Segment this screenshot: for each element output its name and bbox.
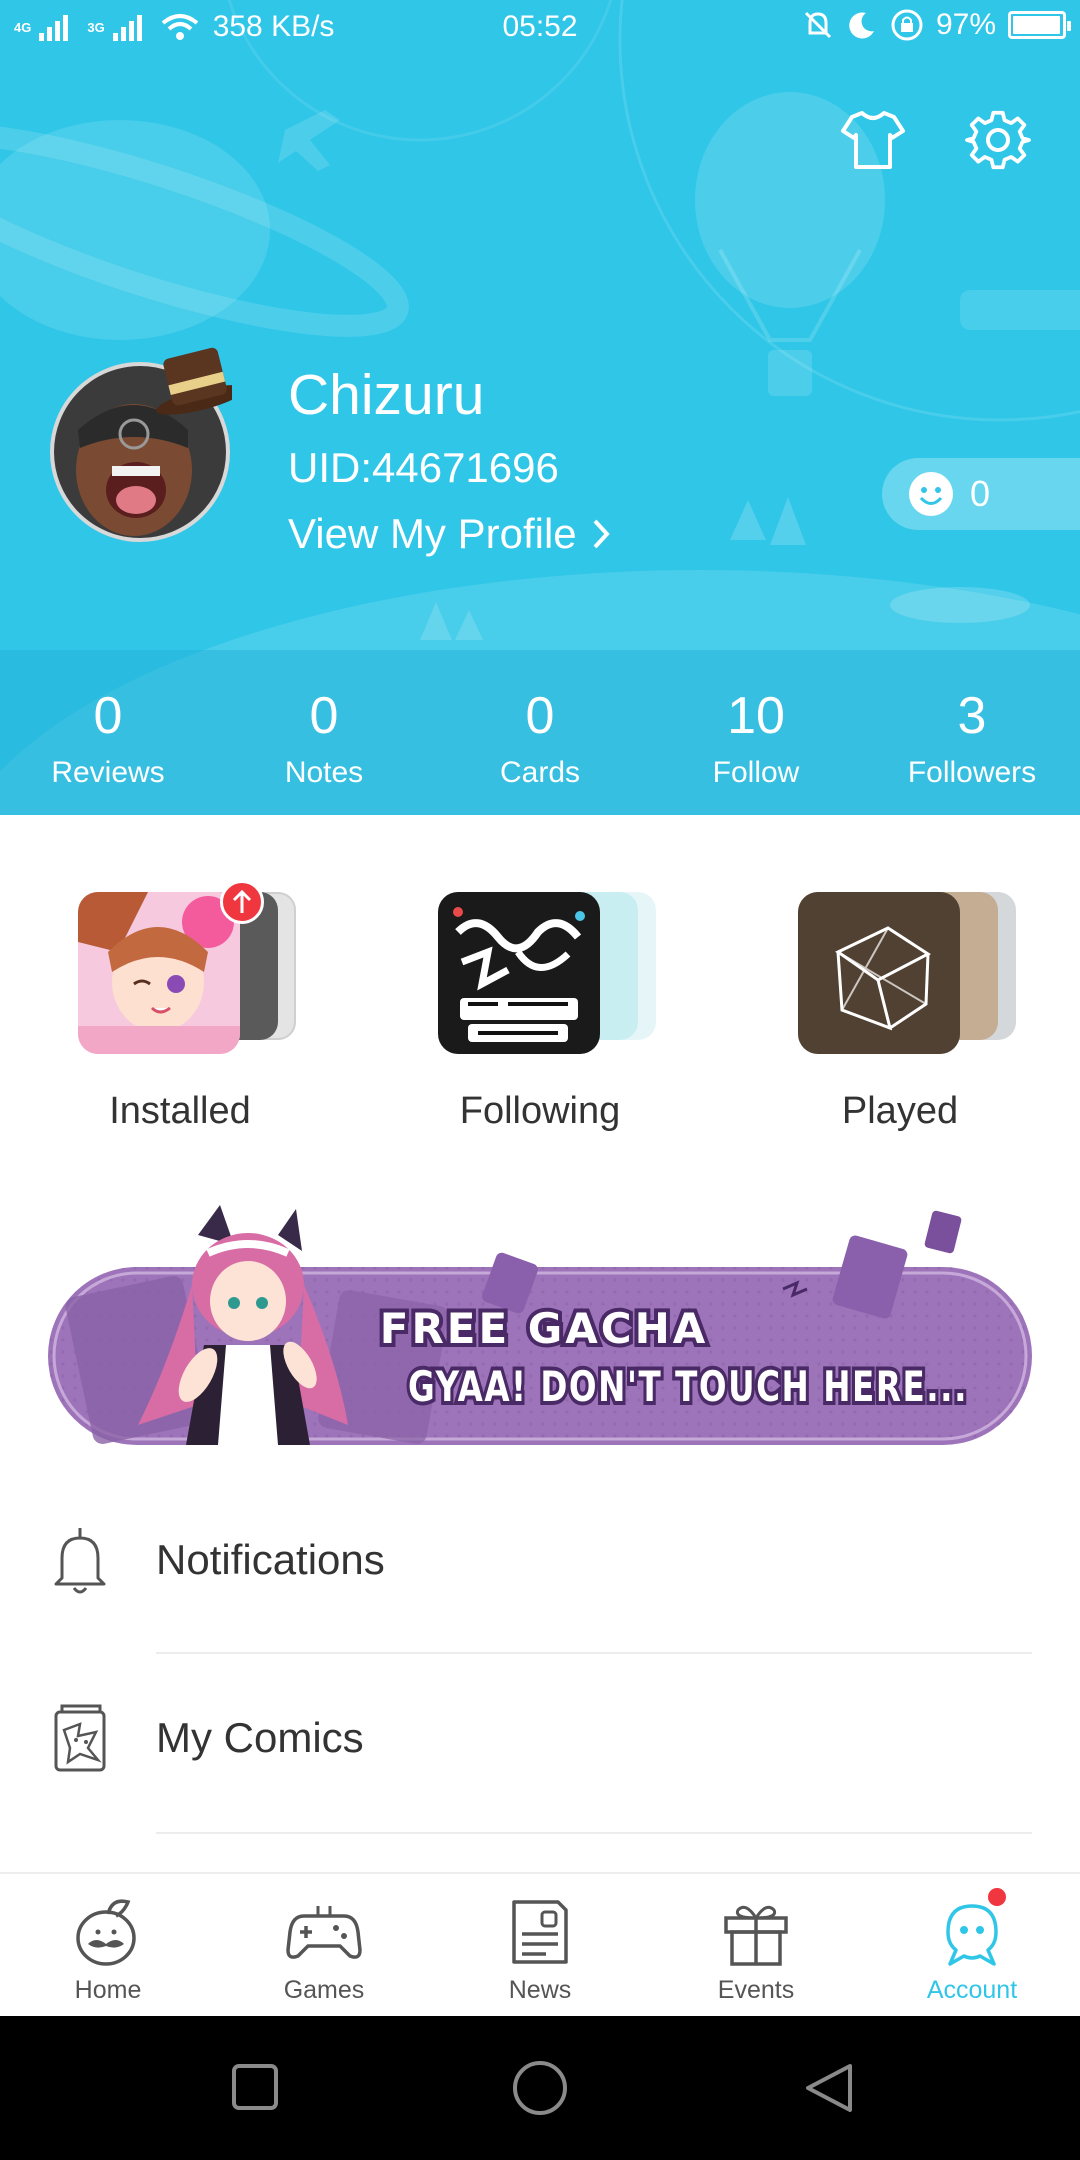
theme-button[interactable] bbox=[833, 100, 913, 180]
gamepad-icon bbox=[286, 1906, 362, 1959]
system-nav-buttons bbox=[232, 2061, 852, 2115]
menu-item-my-comics[interactable]: My Comics bbox=[0, 1658, 1080, 1836]
menu-divider bbox=[156, 1832, 1032, 1834]
collection-label: Played bbox=[841, 1090, 959, 1132]
chevron-right-icon bbox=[593, 519, 610, 549]
banner-artwork: FREE GACHA GYAA! DON'T TOUCH HERE... bbox=[48, 1205, 1032, 1445]
moon-icon bbox=[849, 12, 874, 39]
user-uid: UID:44671696 bbox=[288, 444, 559, 491]
update-badge bbox=[220, 880, 264, 924]
back-button[interactable] bbox=[806, 2064, 852, 2112]
stat-value: 0 bbox=[93, 687, 123, 745]
stat-value: 0 bbox=[525, 687, 555, 745]
battery-percent: 97% bbox=[935, 8, 996, 41]
collection-following[interactable]: Following bbox=[360, 880, 720, 1133]
stat-label: Notes bbox=[284, 756, 364, 789]
home-mascot-icon bbox=[76, 1899, 136, 1966]
view-profile-link[interactable]: View My Profile bbox=[288, 510, 611, 558]
stat-followers[interactable]: 3 Followers bbox=[864, 650, 1080, 815]
system-navigation-bar bbox=[0, 2016, 1080, 2160]
collection-installed[interactable]: Installed bbox=[0, 880, 360, 1133]
nav-label: Account bbox=[926, 1976, 1018, 2004]
stat-cards[interactable]: 0 Cards bbox=[432, 650, 648, 815]
stat-value: 0 bbox=[309, 687, 339, 745]
avatar-image bbox=[50, 347, 246, 542]
status-bar: 4G 3G 358 KB/s 05:52 97% bbox=[0, 0, 1080, 56]
avatar[interactable] bbox=[48, 330, 246, 544]
arrow-up-icon bbox=[232, 889, 252, 913]
battery-fill bbox=[1013, 16, 1060, 34]
collection-played[interactable]: Played bbox=[720, 880, 1080, 1133]
menu-item-label: Notifications bbox=[156, 1536, 385, 1583]
battery-icon bbox=[1008, 11, 1071, 39]
stat-value: 10 bbox=[727, 687, 785, 745]
nav-events[interactable]: Events bbox=[648, 1874, 864, 2016]
rotation-lock-icon bbox=[891, 9, 923, 41]
gift-icon bbox=[724, 1905, 788, 1966]
home-button[interactable] bbox=[513, 2061, 567, 2115]
cube-escape-game-art bbox=[798, 892, 960, 1054]
mute-icon bbox=[804, 11, 832, 39]
stat-label: Follow bbox=[712, 756, 800, 789]
rap-battle-game-art bbox=[438, 892, 600, 1054]
nav-label: News bbox=[508, 1976, 572, 2004]
collection-stack bbox=[70, 880, 296, 1054]
nav-account[interactable]: Account bbox=[864, 1874, 1080, 2016]
profile-header: 4G 3G 358 KB/s 05:52 97% Chizuru UID:446… bbox=[0, 0, 1080, 815]
recent-apps-button[interactable] bbox=[232, 2064, 278, 2110]
nav-news[interactable]: News bbox=[432, 1874, 648, 2016]
nav-label: Events bbox=[717, 1976, 795, 2004]
settings-button[interactable] bbox=[958, 100, 1038, 180]
menu-item-label: My Comics bbox=[156, 1714, 364, 1761]
game-collections: Installed Following Played bbox=[0, 880, 1080, 1140]
smiley-icon bbox=[909, 472, 953, 516]
collection-label: Following bbox=[459, 1090, 621, 1132]
points-pill[interactable]: 0 bbox=[882, 458, 1080, 530]
free-gacha-banner[interactable]: FREE GACHA GYAA! DON'T TOUCH HERE... bbox=[48, 1205, 1032, 1445]
nav-label: Games bbox=[283, 1976, 365, 2004]
following-game-thumbnail bbox=[438, 892, 600, 1054]
stat-follow[interactable]: 10 Follow bbox=[648, 650, 864, 815]
account-notification-dot bbox=[988, 1888, 1006, 1906]
stat-label: Cards bbox=[499, 756, 581, 789]
nav-label: Home bbox=[74, 1976, 142, 2004]
bell-icon bbox=[54, 1528, 106, 1594]
played-game-thumbnail bbox=[798, 892, 960, 1054]
gear-icon bbox=[965, 110, 1031, 170]
menu-divider bbox=[156, 1652, 1032, 1654]
collection-stack bbox=[430, 880, 656, 1054]
banner-line-2: GYAA! DON'T TOUCH HERE... bbox=[408, 1362, 968, 1411]
view-profile-label: View My Profile bbox=[288, 510, 577, 557]
username: Chizuru bbox=[288, 363, 485, 427]
installed-game-thumbnail bbox=[78, 892, 240, 1054]
bottom-navigation: Home Games News Events Account bbox=[0, 1872, 1080, 2016]
anime-game-art bbox=[78, 892, 240, 1054]
nav-games[interactable]: Games bbox=[216, 1874, 432, 2016]
nav-home[interactable]: Home bbox=[0, 1874, 216, 2016]
stats-bar: 0 Reviews 0 Notes 0 Cards 10 Follow 3 Fo… bbox=[0, 650, 1080, 815]
stat-label: Reviews bbox=[51, 756, 165, 789]
comics-icon bbox=[54, 1704, 106, 1772]
points-count: 0 bbox=[970, 473, 991, 514]
banner-line-1: FREE GACHA bbox=[380, 1304, 709, 1353]
stat-value: 3 bbox=[957, 687, 987, 745]
collection-label: Installed bbox=[109, 1090, 251, 1132]
news-icon bbox=[512, 1900, 568, 1964]
stat-reviews[interactable]: 0 Reviews bbox=[0, 650, 216, 815]
collection-stack bbox=[790, 880, 1016, 1054]
stat-notes[interactable]: 0 Notes bbox=[216, 650, 432, 815]
menu-item-notifications[interactable]: Notifications bbox=[0, 1480, 1080, 1658]
stat-label: Followers bbox=[907, 756, 1037, 789]
shirt-icon bbox=[841, 111, 905, 169]
status-right: 97% bbox=[802, 8, 1071, 42]
